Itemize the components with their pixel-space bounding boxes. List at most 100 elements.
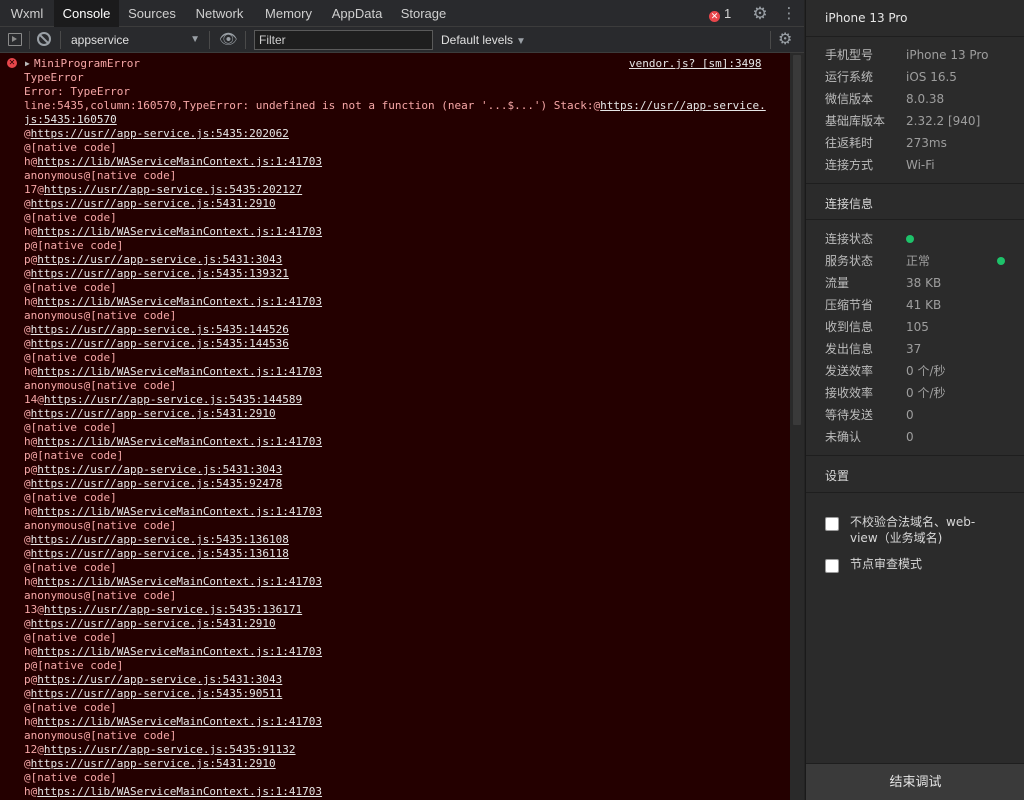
stack-trace-line: @https://usr//app-service.js:5435:202062 [24, 127, 784, 141]
stack-trace-line: @https://usr//app-service.js:5435:144526 [24, 323, 784, 337]
stack-frame-link[interactable]: https://lib/WAServiceMainContext.js:1:41… [37, 715, 322, 728]
stack-frame-text: h@ [24, 295, 38, 308]
stack-frame-text: @ [24, 533, 31, 546]
context-select[interactable]: appservice ▼ [64, 29, 206, 51]
stack-frame-link[interactable]: https://usr//app-service.js:5431:2910 [31, 617, 276, 630]
stack-trace-line: h@https://lib/WAServiceMainContext.js:1:… [24, 645, 784, 659]
stack-frame-link[interactable]: https://usr//app-service.js:5435:136118 [31, 547, 289, 560]
console-scrollbar[interactable] [790, 53, 804, 800]
stack-frame-text: p@[native code] [24, 449, 124, 462]
stack-frame-link[interactable]: https://lib/WAServiceMainContext.js:1:41… [37, 365, 322, 378]
stack-frame-link[interactable]: https://usr//app-service.js:5435:92478 [31, 477, 283, 490]
stack-trace-line: @[native code] [24, 281, 784, 295]
stack-frame-text: h@ [24, 155, 38, 168]
connection-info-value: 正常 [906, 254, 931, 268]
stack-frame-link[interactable]: https://usr//app-service.js:5435:90511 [31, 687, 283, 700]
stack-frame-link[interactable]: https://usr//app-service.js:5431:3043 [37, 673, 282, 686]
stack-frame-link[interactable]: https://usr//app-service.js:5435:202127 [44, 183, 302, 196]
stack-frame-link[interactable]: https://lib/WAServiceMainContext.js:1:41… [37, 645, 322, 658]
tab-storage[interactable]: Storage [391, 0, 456, 27]
stack-frame-link[interactable]: https://lib/WAServiceMainContext.js:1:41… [37, 785, 322, 798]
stack-frame-link[interactable]: https://usr//app-service.js:5431:2910 [31, 197, 276, 210]
stack-frame-text: h@ [24, 225, 38, 238]
stack-frame-link[interactable]: https://usr//app-service.js:5435:91132 [44, 743, 296, 756]
chevron-down-icon: ▼ [516, 36, 526, 47]
stack-frame-text: @[native code] [24, 701, 117, 714]
tab-console[interactable]: Console [54, 0, 119, 27]
stack-trace-line: @https://usr//app-service.js:5435:136108 [24, 533, 784, 547]
stack-frame-text: 17@ [24, 183, 44, 196]
stack-frame-link[interactable]: https://usr//app-service.js:5435:144589 [44, 393, 302, 406]
gear-icon[interactable]: ⚙ [744, 0, 776, 27]
scrollbar-thumb[interactable] [793, 55, 801, 425]
error-count-badge[interactable]: ✕ 1 [709, 0, 731, 27]
skip-domain-check-checkbox[interactable] [825, 517, 839, 531]
stack-trace-line: TypeError [24, 71, 784, 85]
console-settings-gear-icon[interactable]: ⚙ [778, 27, 792, 53]
vertical-dots-icon[interactable]: ⋮ [780, 0, 798, 27]
log-levels-select[interactable]: Default levels ▼ [441, 27, 526, 53]
sidebar-toggle-icon[interactable] [8, 33, 22, 46]
option-node-inspect-mode[interactable]: 节点审查模式 [825, 556, 1015, 576]
stack-trace-line: h@https://lib/WAServiceMainContext.js:1:… [24, 295, 784, 309]
stack-trace-line: p@https://usr//app-service.js:5431:3043 [24, 463, 784, 477]
stack-frame-text: 13@ [24, 603, 44, 616]
stack-frame-link[interactable]: https://lib/WAServiceMainContext.js:1:41… [37, 435, 322, 448]
stack-frame-link[interactable]: https://lib/WAServiceMainContext.js:1:41… [37, 505, 322, 518]
stack-trace-line: anonymous@[native code] [24, 519, 784, 533]
stack-frame-link[interactable]: https://usr//app-service.js:5435:136171 [44, 603, 302, 616]
tab-network[interactable]: Network [185, 0, 254, 27]
option-skip-domain-check[interactable]: 不校验合法域名、web-view（业务域名) [825, 514, 1015, 548]
stack-frame-link[interactable]: js:5435:160570 [24, 113, 117, 126]
stack-frame-text: h@ [24, 715, 38, 728]
stack-trace-line: @https://usr//app-service.js:5431:2910 [24, 617, 784, 631]
stack-frame-text: TypeError [24, 71, 84, 84]
stack-frame-link[interactable]: https://lib/WAServiceMainContext.js:1:41… [37, 295, 322, 308]
stack-frame-text: @[native code] [24, 561, 117, 574]
stack-frame-link[interactable]: https://usr//app-service. [600, 99, 766, 112]
connection-info-key: 未确认 [825, 430, 862, 444]
stack-frame-link[interactable]: https://usr//app-service.js:5431:2910 [31, 757, 276, 770]
stack-frame-text: p@ [24, 463, 38, 476]
toolbar-divider [29, 31, 30, 49]
stack-frame-link[interactable]: https://usr//app-service.js:5431:3043 [37, 253, 282, 266]
stack-frame-text: h@ [24, 575, 38, 588]
connection-info-value: 0 个/秒 [906, 386, 946, 400]
connection-info-key: 收到信息 [825, 320, 874, 334]
stack-frame-link[interactable]: https://usr//app-service.js:5435:136108 [31, 533, 289, 546]
stack-frame-text: @ [24, 687, 31, 700]
connection-info-key: 服务状态 [825, 254, 874, 268]
connection-info-value: 0 [906, 408, 914, 422]
node-inspect-checkbox[interactable] [825, 559, 839, 573]
toolbar-divider [770, 31, 771, 49]
stack-frame-link[interactable]: https://lib/WAServiceMainContext.js:1:41… [37, 155, 322, 168]
service-status-dot [997, 257, 1005, 265]
stack-frame-link[interactable]: https://lib/WAServiceMainContext.js:1:41… [37, 225, 322, 238]
stack-frame-link[interactable]: https://usr//app-service.js:5435:144536 [31, 337, 289, 350]
stack-trace-line: p@https://usr//app-service.js:5431:3043 [24, 673, 784, 687]
filter-input[interactable] [254, 30, 433, 50]
tab-sources[interactable]: Sources [119, 0, 185, 27]
connection-info-value: 37 [906, 342, 922, 356]
stack-frame-link[interactable]: https://usr//app-service.js:5435:144526 [31, 323, 289, 336]
stack-trace-line: h@https://lib/WAServiceMainContext.js:1:… [24, 435, 784, 449]
stack-frame-link[interactable]: https://usr//app-service.js:5431:2910 [31, 407, 276, 420]
toolbar-divider [60, 31, 61, 49]
stack-trace-line: anonymous@[native code] [24, 309, 784, 323]
stack-frame-text: h@ [24, 645, 38, 658]
clear-console-icon[interactable] [37, 32, 51, 46]
tab-memory[interactable]: Memory [254, 0, 323, 27]
stack-frame-link[interactable]: https://usr//app-service.js:5435:139321 [31, 267, 289, 280]
end-debug-button[interactable]: 结束调试 [806, 763, 1024, 800]
expand-arrow-icon[interactable]: ▶ [25, 57, 30, 71]
error-circle-icon: ✕ [7, 58, 17, 68]
device-info-value: 2.32.2 [940] [906, 114, 981, 128]
stack-frame-link[interactable]: https://lib/WAServiceMainContext.js:1:41… [37, 575, 322, 588]
source-location-link[interactable]: vendor.js? [sm]:3498 [629, 57, 761, 71]
eye-icon[interactable]: 👁 [219, 27, 238, 53]
stack-frame-link[interactable]: https://usr//app-service.js:5435:202062 [31, 127, 289, 140]
tab-wxml[interactable]: Wxml [0, 0, 54, 27]
stack-frame-link[interactable]: https://usr//app-service.js:5431:3043 [37, 463, 282, 476]
tab-appdata[interactable]: AppData [323, 0, 391, 27]
stack-frame-text: @ [24, 757, 31, 770]
